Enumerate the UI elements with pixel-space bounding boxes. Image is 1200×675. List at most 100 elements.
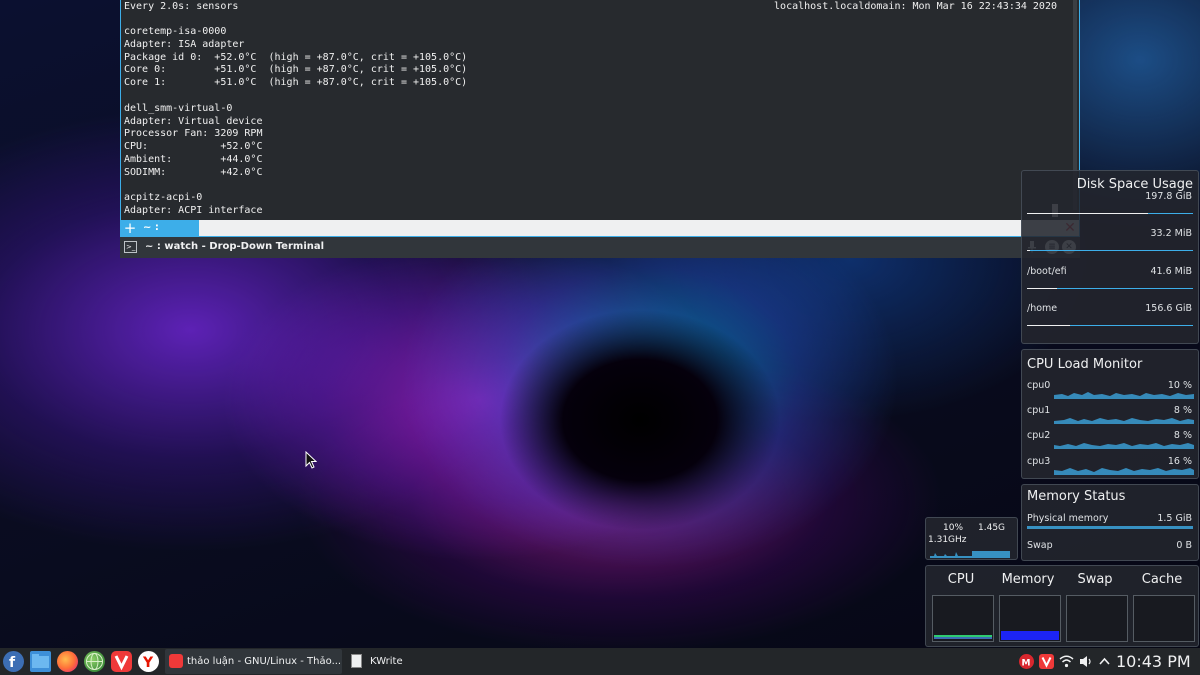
terminal-titlebar[interactable]: >_ ~ : watch - Drop-Down Terminal ≡ ✕: [120, 237, 1080, 258]
terminal-line: Package id 0: +52.0°C (high = +87.0°C, c…: [124, 51, 468, 63]
cpu-core-sparkline: [1054, 468, 1194, 475]
widget-title: CPU Load Monitor: [1027, 357, 1143, 372]
terminal-line: Core 0: +51.0°C (high = +87.0°C, crit = …: [124, 64, 468, 76]
terminal-line: acpitz-acpi-0: [124, 192, 203, 204]
cpu-max-frequency: 1.45G: [978, 523, 1006, 533]
globe-browser-icon[interactable]: [84, 651, 105, 672]
firefox-icon[interactable]: [57, 651, 78, 672]
memory-row-label: Physical memory: [1027, 513, 1109, 524]
terminal-line: Ambient: +44.0°C: [124, 153, 263, 165]
fedora-icon[interactable]: f: [3, 651, 24, 672]
new-tab-button[interactable]: +: [121, 220, 139, 236]
watch-host-time: localhost.localdomain: Mon Mar 16 22:43:…: [774, 1, 1057, 12]
vivaldi-tray-icon[interactable]: [1039, 654, 1054, 669]
mega-icon[interactable]: M: [1019, 654, 1034, 669]
terminal-tab-bar: + ~ : watch ✕: [120, 220, 1080, 249]
memory-row-value: 0 B: [1176, 540, 1192, 551]
terminal-line: Adapter: Virtual device: [124, 115, 263, 127]
terminal-line: Core 1: +51.0°C (high = +87.0°C, crit = …: [124, 77, 468, 89]
system-monitor-label: CPU: [947, 572, 975, 587]
taskbar-panel: f Y thảo luận - GNU/Linux - Thảo... KWri…: [0, 648, 1200, 675]
svg-text:f: f: [9, 655, 16, 671]
disk-used-fill: [1027, 325, 1071, 326]
disk-free-fill: [1030, 250, 1193, 251]
disk-usage-widget[interactable]: Disk Space Usage 197.8 GiB 33.2 MiB/boot/…: [1021, 170, 1199, 344]
volume-icon[interactable]: [1078, 654, 1093, 669]
kwrite-icon: [351, 654, 362, 668]
terminal-line: Adapter: ACPI interface: [124, 205, 263, 217]
terminal-line: CPU: +52.0°C: [124, 141, 263, 153]
system-monitor-column[interactable]: Swap: [1062, 566, 1128, 646]
cpu-core-label: cpu1: [1027, 405, 1051, 416]
memory-graph-fill: [1001, 631, 1059, 640]
task-label: thảo luận - GNU/Linux - Thảo...: [187, 656, 342, 667]
disk-free-fill: [1056, 288, 1193, 289]
terminal-line: dell_smm-virtual-0: [124, 102, 233, 114]
task-vivaldi-window[interactable]: thảo luận - GNU/Linux - Thảo...: [165, 649, 342, 674]
disk-free-value: 156.6 GiB: [1145, 303, 1192, 314]
terminal-line: Processor Fan: 3209 RPM: [124, 128, 263, 140]
cpu-graph-line: [934, 637, 992, 639]
memory-usage-bar: [1027, 526, 1193, 529]
cpu-frequency-widget[interactable]: 10% 1.45G 1.31GHz: [925, 517, 1018, 560]
disk-free-fill: [1148, 213, 1193, 214]
system-monitor-column[interactable]: CPU: [928, 566, 994, 646]
disk-used-fill: [1027, 288, 1057, 289]
task-kwrite-window[interactable]: KWrite: [346, 649, 516, 674]
yandex-icon[interactable]: Y: [138, 651, 159, 672]
watch-header: Every 2.0s: sensors localhost.localdomai…: [123, 1, 1077, 14]
disk-free-fill: [1070, 325, 1193, 326]
terminal-line: Adapter: ISA adapter: [124, 38, 245, 50]
cpu-frequency: 1.31GHz: [928, 535, 967, 545]
wifi-icon[interactable]: [1059, 654, 1074, 669]
memory-row-label: Swap: [1027, 540, 1053, 551]
system-monitor-column[interactable]: Cache: [1129, 566, 1195, 646]
disk-free-value: 41.6 MiB: [1150, 266, 1192, 277]
tray-expand-icon[interactable]: [1097, 654, 1112, 669]
cpu-core-label: cpu3: [1027, 456, 1051, 467]
cpu-core-sparkline: [1054, 418, 1194, 424]
disk-used-fill: [1027, 250, 1031, 251]
system-monitor-label: Cache: [1141, 572, 1183, 587]
svg-text:Y: Y: [142, 655, 154, 671]
system-monitor-graph: [932, 595, 994, 642]
tab-watch[interactable]: ~ : watch: [139, 220, 199, 249]
system-monitor-column[interactable]: Memory: [995, 566, 1061, 646]
cpu-load-widget[interactable]: CPU Load Monitor cpu0 10 % cpu1 8 % cpu2 8 % c…: [1021, 349, 1199, 479]
terminal-line: coretemp-isa-0000: [124, 26, 227, 37]
task-label: KWrite: [370, 656, 403, 667]
cpu-core-label: cpu2: [1027, 430, 1051, 441]
memory-row-value: 1.5 GiB: [1157, 513, 1192, 524]
system-monitor-label: Swap: [1077, 572, 1113, 587]
system-monitor-graph: [1066, 595, 1128, 642]
file-manager-icon[interactable]: [30, 651, 51, 672]
memory-status-widget[interactable]: Memory Status Physical memory 1.5 GiB Swap…: [1021, 484, 1199, 561]
cpu-core-sparkline: [1054, 392, 1194, 399]
cpu-mini-graph: [930, 551, 1010, 558]
widget-title: Disk Space Usage: [1076, 177, 1193, 192]
terminal-line: SODIMM: +42.0°C: [124, 166, 263, 178]
terminal-window-title: ~ : watch - Drop-Down Terminal: [145, 241, 325, 252]
disk-mount-label: /boot/efi: [1027, 266, 1067, 277]
system-monitor-graph: [999, 595, 1061, 642]
sensor-output: coretemp-isa-0000 Adapter: ISA adapter Pac…: [123, 26, 1077, 218]
system-monitor-graph: [1133, 595, 1195, 642]
cpu-core-sparkline: [1054, 443, 1194, 449]
clock[interactable]: 10:43 PM: [1116, 652, 1191, 671]
terminal-icon: >_: [124, 241, 137, 253]
disk-free-value: 33.2 MiB: [1150, 228, 1192, 239]
mouse-pointer-icon: [305, 450, 318, 473]
widget-title: Memory Status: [1027, 489, 1126, 504]
cpu-load-text: 10%: [943, 523, 964, 533]
vivaldi-icon[interactable]: [111, 651, 132, 672]
disk-mount-label: /home: [1027, 303, 1058, 314]
terminal-output[interactable]: Every 2.0s: sensors localhost.localdomai…: [120, 0, 1080, 220]
system-monitor-widget[interactable]: CPU Memory Swap Cache: [925, 565, 1199, 647]
disk-free-value: 197.8 GiB: [1145, 191, 1192, 202]
vivaldi-small-icon: [169, 654, 183, 668]
disk-used-fill: [1027, 213, 1149, 214]
watch-command: Every 2.0s: sensors: [124, 1, 239, 12]
cpu-core-label: cpu0: [1027, 380, 1051, 391]
